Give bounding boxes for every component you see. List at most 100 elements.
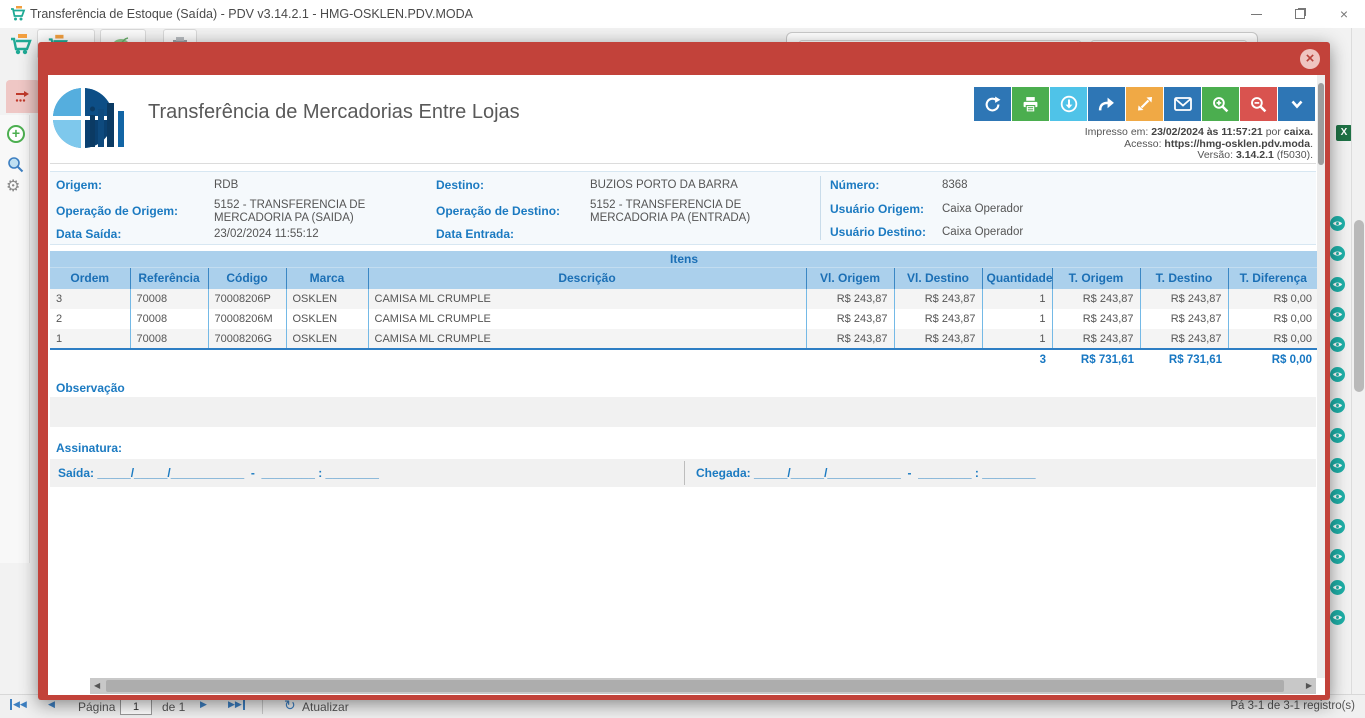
- usuario-destino-label: Usuário Destino:: [830, 225, 926, 239]
- pagina-label: Página: [78, 700, 115, 714]
- company-logo: [52, 85, 126, 156]
- column-header: Quantidade: [982, 267, 1052, 289]
- modal-vertical-scrollbar[interactable]: [1317, 75, 1325, 678]
- atualizar-button[interactable]: Atualizar: [302, 700, 349, 714]
- row-view-button[interactable]: [1330, 246, 1345, 261]
- scrollbar-thumb[interactable]: [106, 680, 1284, 692]
- print-button[interactable]: [1012, 87, 1049, 121]
- records-count-label: Pá 3-1 de 3-1 registro(s): [1230, 700, 1355, 712]
- share-icon: [1098, 96, 1115, 113]
- last-page-button[interactable]: ▶▶: [228, 699, 245, 710]
- table-cell: R$ 243,87: [1052, 289, 1140, 309]
- scroll-right-icon[interactable]: ▶: [1306, 681, 1312, 690]
- totals-spacer: [286, 349, 368, 370]
- operacao-origem-value: 5152 - TRANSFERENCIA DE MERCADORIA PA (S…: [214, 199, 432, 224]
- modal-close-button[interactable]: ×: [1300, 49, 1320, 69]
- totals-cell: R$ 0,00: [1228, 349, 1318, 370]
- row-view-button[interactable]: [1330, 549, 1345, 564]
- zoom-out-button[interactable]: [1240, 87, 1277, 121]
- gear-icon[interactable]: ⚙: [6, 176, 20, 196]
- table-cell: OSKLEN: [286, 329, 368, 349]
- destino-label: Destino:: [436, 178, 484, 192]
- email-button[interactable]: [1164, 87, 1201, 121]
- zoom-in-button[interactable]: [1202, 87, 1239, 121]
- eye-icon: [1332, 491, 1343, 502]
- stock-transfer-cart-icon[interactable]: [8, 32, 34, 61]
- observacao-label: Observação: [56, 381, 125, 395]
- table-cell: CAMISA ML CRUMPLE: [368, 329, 806, 349]
- scrollbar-thumb[interactable]: [1354, 220, 1364, 392]
- eye-icon: [1332, 612, 1343, 623]
- page-of-label: de 1: [162, 700, 185, 714]
- zoom-in-icon: [1212, 96, 1229, 113]
- eye-icon: [1332, 279, 1343, 290]
- origem-label: Origem:: [56, 178, 102, 192]
- search-icon[interactable]: [7, 156, 24, 178]
- scrollbar-thumb[interactable]: [1318, 83, 1324, 165]
- page-input[interactable]: [120, 698, 152, 715]
- row-view-button[interactable]: [1330, 428, 1345, 443]
- modal-horizontal-scrollbar[interactable]: ◀ ▶: [90, 678, 1316, 694]
- table-cell: 70008206G: [208, 329, 286, 349]
- row-view-button[interactable]: [1330, 216, 1345, 231]
- table-cell: 70008: [130, 329, 208, 349]
- table-cell: 70008206P: [208, 289, 286, 309]
- export-excel-icon[interactable]: X: [1336, 125, 1352, 141]
- row-view-button[interactable]: [1330, 458, 1345, 473]
- refresh-button[interactable]: [974, 87, 1011, 121]
- expand-button[interactable]: [1126, 87, 1163, 121]
- scroll-left-icon[interactable]: ◀: [94, 681, 100, 690]
- destino-value: BUZIOS PORTO DA BARRA: [590, 179, 810, 192]
- table-cell: R$ 243,87: [806, 329, 894, 349]
- items-table: Itens OrdemReferênciaCódigoMarcaDescriçã…: [50, 251, 1318, 370]
- minimize-button[interactable]: [1235, 0, 1277, 28]
- first-page-button[interactable]: ◀◀: [10, 699, 27, 710]
- row-view-button[interactable]: [1330, 337, 1345, 352]
- row-view-button[interactable]: [1330, 307, 1345, 322]
- data-entrada-label: Data Entrada:: [436, 227, 514, 241]
- usuario-destino-value: Caixa Operador: [942, 226, 1023, 239]
- prev-page-button[interactable]: ◀: [48, 699, 55, 710]
- page-vertical-scrollbar[interactable]: ▼: [1351, 28, 1365, 718]
- row-view-button[interactable]: [1330, 580, 1345, 595]
- table-cell: R$ 243,87: [806, 289, 894, 309]
- table-cell: R$ 243,87: [1052, 329, 1140, 349]
- info-divider: [820, 176, 821, 240]
- next-page-button[interactable]: ▶: [200, 699, 207, 710]
- window-titlebar: Transferência de Estoque (Saída) - PDV v…: [0, 0, 1365, 28]
- tab-transferencia[interactable]: [6, 80, 40, 113]
- column-header: T. Destino: [1140, 267, 1228, 289]
- print-icon: [1022, 96, 1039, 113]
- window-close-button[interactable]: ×: [1323, 0, 1365, 28]
- share-button[interactable]: [1088, 87, 1125, 121]
- table-row: 37000870008206POSKLENCAMISA ML CRUMPLER$…: [50, 289, 1318, 309]
- report-toolbar: [974, 87, 1315, 121]
- restore-button[interactable]: [1279, 0, 1321, 28]
- email-icon: [1174, 96, 1192, 112]
- table-cell: OSKLEN: [286, 289, 368, 309]
- totals-spacer: [806, 349, 894, 370]
- add-button[interactable]: +: [7, 125, 25, 143]
- row-view-button[interactable]: [1330, 489, 1345, 504]
- totals-spacer: [208, 349, 286, 370]
- table-cell: 1: [982, 289, 1052, 309]
- row-view-button[interactable]: [1330, 367, 1345, 382]
- transfer-info-panel: Origem: RDB Operação de Origem: 5152 - T…: [50, 171, 1316, 245]
- more-options-button[interactable]: [1278, 87, 1315, 121]
- row-view-button[interactable]: [1330, 610, 1345, 625]
- print-meta: Impresso em: 23/02/2024 às 11:57:21 por …: [1085, 127, 1313, 162]
- column-header: Descrição: [368, 267, 806, 289]
- operacao-origem-label: Operação de Origem:: [56, 204, 178, 218]
- totals-spacer: [368, 349, 806, 370]
- row-view-button[interactable]: [1330, 398, 1345, 413]
- numero-label: Número:: [830, 178, 879, 192]
- eye-icon: [1332, 400, 1343, 411]
- row-view-button[interactable]: [1330, 519, 1345, 534]
- download-button[interactable]: [1050, 87, 1087, 121]
- meta-line-version: Versão: 3.14.2.1 (f5030).: [1085, 150, 1313, 162]
- eye-icon: [1332, 460, 1343, 471]
- origem-value: RDB: [214, 179, 432, 192]
- column-header: Vl. Destino: [894, 267, 982, 289]
- transfer-report-modal: × Transferência de Mercadorias Entre Loj…: [38, 42, 1330, 700]
- row-view-button[interactable]: [1330, 277, 1345, 292]
